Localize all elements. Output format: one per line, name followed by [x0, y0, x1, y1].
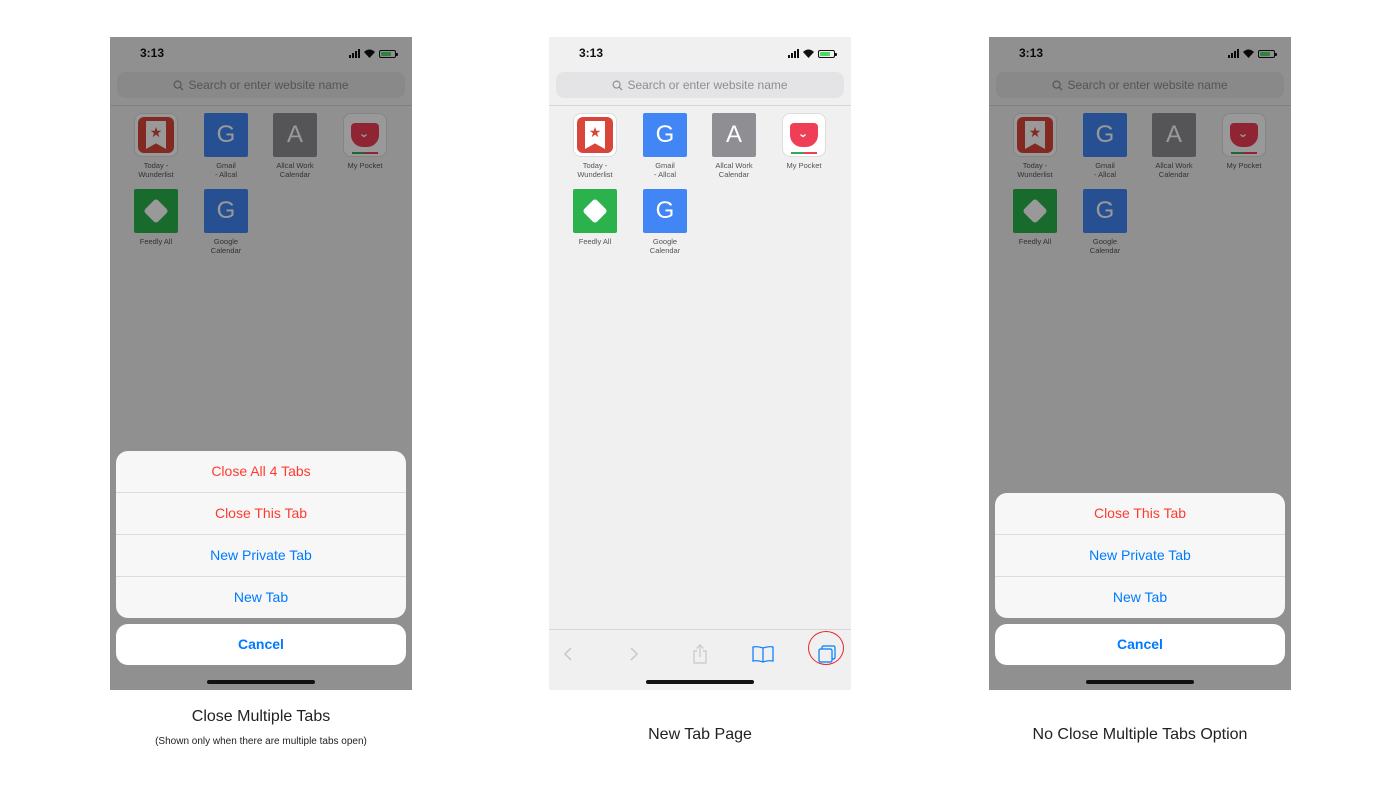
caption-close-multiple: Close Multiple Tabs [191, 708, 331, 725]
forward-icon [630, 647, 639, 661]
subcaption-close-multiple: (Shown only when there are multiple tabs… [155, 736, 367, 747]
google-icon: G [643, 113, 687, 157]
favorite-allcal-work[interactable]: A Allcal Work Calendar [702, 113, 766, 179]
cancel-button[interactable]: Cancel [116, 624, 406, 665]
favorite-label: Gmail - Allcal [653, 161, 677, 179]
favorite-label: Feedly All [578, 237, 612, 246]
cancel-button[interactable]: Cancel [995, 624, 1285, 665]
home-indicator [1086, 680, 1194, 684]
new-private-tab-button[interactable]: New Private Tab [116, 534, 406, 576]
status-time: 3:13 [579, 46, 604, 60]
bookmarks-button[interactable] [747, 638, 779, 670]
favorite-label: Google Calendar [649, 237, 681, 255]
pocket-icon: › [782, 113, 826, 157]
back-icon [563, 647, 572, 661]
action-sheet: Close All 4 Tabs Close This Tab New Priv… [116, 451, 406, 618]
favorite-my-pocket[interactable]: › My Pocket [772, 113, 836, 170]
new-private-tab-button[interactable]: New Private Tab [995, 534, 1285, 576]
status-bar: 3:13 [549, 37, 851, 71]
signal-icon [788, 49, 799, 58]
battery-icon [818, 50, 837, 58]
close-this-tab-button[interactable]: Close This Tab [116, 492, 406, 534]
caption-new-tab-page: New Tab Page [648, 726, 752, 743]
wunderlist-icon: ★ [573, 113, 617, 157]
favorite-label: Allcal Work Calendar [715, 161, 753, 179]
new-tab-button[interactable]: New Tab [995, 576, 1285, 618]
favorite-label: My Pocket [786, 161, 822, 170]
favorite-wunderlist[interactable]: ★ Today - Wunderlist [563, 113, 627, 179]
home-indicator [207, 680, 315, 684]
letter-a-icon: A [712, 113, 756, 157]
action-sheet: Close This Tab New Private Tab New Tab [995, 493, 1285, 618]
forward-button[interactable] [618, 638, 650, 670]
search-icon [612, 80, 623, 91]
bottom-toolbar [549, 629, 851, 676]
phone-screen-close-multiple: 3:13 Search or enter website name ★ Toda… [110, 37, 412, 690]
search-bar[interactable]: Search or enter website name [556, 72, 844, 98]
feedly-icon [573, 189, 617, 233]
favorite-gmail[interactable]: G Gmail - Allcal [633, 113, 697, 179]
favorite-feedly[interactable]: Feedly All [563, 189, 627, 246]
divider [549, 105, 851, 106]
home-indicator [646, 680, 754, 684]
search-placeholder: Search or enter website name [627, 78, 788, 92]
caption-no-close-multiple: No Close Multiple Tabs Option [1032, 726, 1248, 743]
phone-screen-no-close-multiple: 3:13 Search or enter website name ★ Toda… [989, 37, 1291, 690]
new-tab-button[interactable]: New Tab [116, 576, 406, 618]
wifi-icon [803, 49, 814, 58]
phone-screen-new-tab-page: 3:13 Search or enter website name ★ Toda… [549, 37, 851, 690]
google-icon: G [643, 189, 687, 233]
favorite-label: Today - Wunderlist [577, 161, 613, 179]
tabs-button-highlight-circle [808, 631, 844, 665]
back-button[interactable] [552, 638, 584, 670]
share-button[interactable] [684, 638, 716, 670]
favorite-google-calendar[interactable]: G Google Calendar [633, 189, 697, 255]
share-icon [693, 644, 707, 664]
close-all-tabs-button[interactable]: Close All 4 Tabs [116, 451, 406, 492]
close-this-tab-button[interactable]: Close This Tab [995, 493, 1285, 534]
bookmarks-icon [752, 646, 774, 663]
